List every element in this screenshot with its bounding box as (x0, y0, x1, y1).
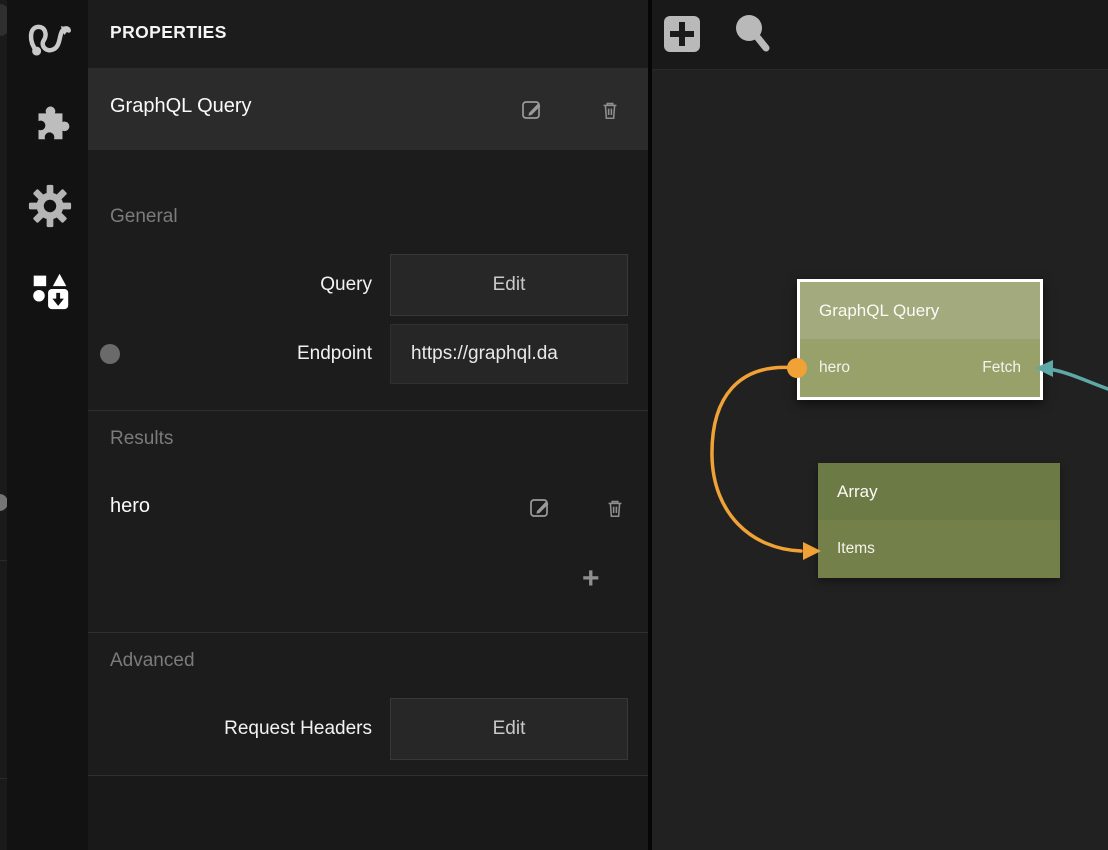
panel-title: PROPERTIES (110, 22, 227, 43)
delete-node-icon[interactable] (597, 97, 623, 123)
panel-bottom-area (88, 776, 648, 850)
background-dot (0, 494, 7, 511)
app-window: PROPERTIES GraphQL Query General Query E (0, 0, 1108, 850)
section-results-label: Results (110, 428, 173, 450)
properties-panel: PROPERTIES GraphQL Query General Query E (88, 0, 648, 850)
background-window-edge (0, 0, 7, 850)
port-fetch[interactable]: Fetch (982, 359, 1021, 377)
noodl-logo-icon[interactable] (24, 9, 76, 61)
node-graphql-query[interactable]: GraphQL Query hero Fetch (797, 279, 1043, 400)
canvas-toolbar (652, 0, 1108, 70)
node-title: GraphQL Query (800, 282, 1040, 339)
selected-node-header[interactable]: GraphQL Query (88, 68, 648, 150)
node-array[interactable]: Array Items (818, 463, 1060, 578)
section-general-label: General (110, 206, 178, 228)
query-edit-button[interactable]: Edit (390, 254, 628, 316)
port-hero[interactable]: hero (819, 359, 850, 377)
delete-result-icon[interactable] (602, 495, 628, 521)
search-icon[interactable] (732, 14, 772, 54)
request-headers-edit-button[interactable]: Edit (390, 698, 628, 760)
section-divider (88, 410, 648, 411)
section-advanced-label: Advanced (110, 650, 195, 672)
port-items[interactable]: Items (837, 540, 875, 558)
main-sidebar (7, 0, 88, 850)
background-blob (0, 4, 7, 36)
add-node-icon[interactable] (662, 14, 702, 54)
query-label: Query (110, 274, 372, 296)
result-item-name: hero (110, 495, 150, 518)
endpoint-label: Endpoint (110, 343, 372, 365)
components-puzzle-icon[interactable] (24, 97, 76, 149)
request-headers-label: Request Headers (110, 718, 372, 740)
section-divider (88, 632, 648, 633)
add-result-button[interactable]: + (582, 562, 600, 596)
node-library-icon[interactable] (24, 264, 76, 316)
node-canvas[interactable]: GraphQL Query hero Fetch Array Items (652, 0, 1108, 850)
selected-node-name: GraphQL Query (110, 95, 252, 118)
node-title: Array (818, 463, 1060, 520)
endpoint-input[interactable]: https://graphql.da (390, 324, 628, 384)
rename-node-icon[interactable] (519, 97, 545, 123)
edit-result-icon[interactable] (527, 495, 553, 521)
settings-gear-icon[interactable] (24, 180, 76, 232)
